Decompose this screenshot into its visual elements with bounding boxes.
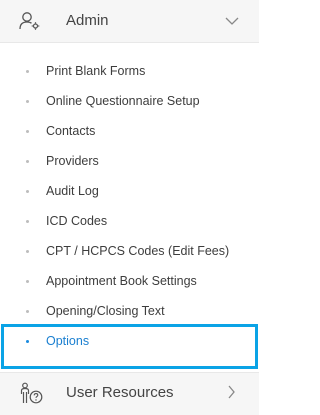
selection-highlight-frame <box>1 324 258 369</box>
user-resources-title: User Resources <box>66 384 174 401</box>
person-help-icon <box>19 382 45 406</box>
menu-item-label: ICD Codes <box>46 214 108 228</box>
admin-section-header[interactable]: Admin <box>0 0 259 43</box>
menu-item-label: Opening/Closing Text <box>46 304 165 318</box>
chevron-down-icon[interactable] <box>224 14 240 26</box>
menu-item-audit-log[interactable]: Audit Log <box>0 176 259 206</box>
menu-item-online-questionnaire-setup[interactable]: Online Questionnaire Setup <box>0 86 259 116</box>
admin-menu-list: Print Blank Forms Online Questionnaire S… <box>0 56 259 356</box>
menu-item-label: Appointment Book Settings <box>46 274 197 288</box>
bullet <box>26 160 29 163</box>
bullet <box>26 70 29 73</box>
menu-item-label: Contacts <box>46 124 96 138</box>
menu-item-appointment-book-settings[interactable]: Appointment Book Settings <box>0 266 259 296</box>
bullet <box>26 100 29 103</box>
menu-item-label: Print Blank Forms <box>46 64 146 78</box>
menu-item-icd-codes[interactable]: ICD Codes <box>0 206 259 236</box>
menu-item-label: Providers <box>46 154 99 168</box>
menu-item-print-blank-forms[interactable]: Print Blank Forms <box>0 56 259 86</box>
bullet <box>26 250 29 253</box>
menu-item-label: CPT / HCPCS Codes (Edit Fees) <box>46 244 230 258</box>
bullet <box>26 130 29 133</box>
menu-item-cpt-hcpcs-codes[interactable]: CPT / HCPCS Codes (Edit Fees) <box>0 236 259 266</box>
user-gear-icon <box>19 11 41 31</box>
bullet <box>26 310 29 313</box>
menu-item-label: Audit Log <box>46 184 99 198</box>
menu-item-label: Online Questionnaire Setup <box>46 94 200 108</box>
bullet <box>26 190 29 193</box>
bullet <box>26 220 29 223</box>
bullet <box>26 280 29 283</box>
menu-item-opening-closing-text[interactable]: Opening/Closing Text <box>0 296 259 326</box>
user-resources-section-header[interactable]: User Resources <box>0 372 259 415</box>
chevron-right-icon[interactable] <box>226 384 236 400</box>
menu-item-providers[interactable]: Providers <box>0 146 259 176</box>
menu-item-contacts[interactable]: Contacts <box>0 116 259 146</box>
admin-section-title: Admin <box>66 12 109 29</box>
